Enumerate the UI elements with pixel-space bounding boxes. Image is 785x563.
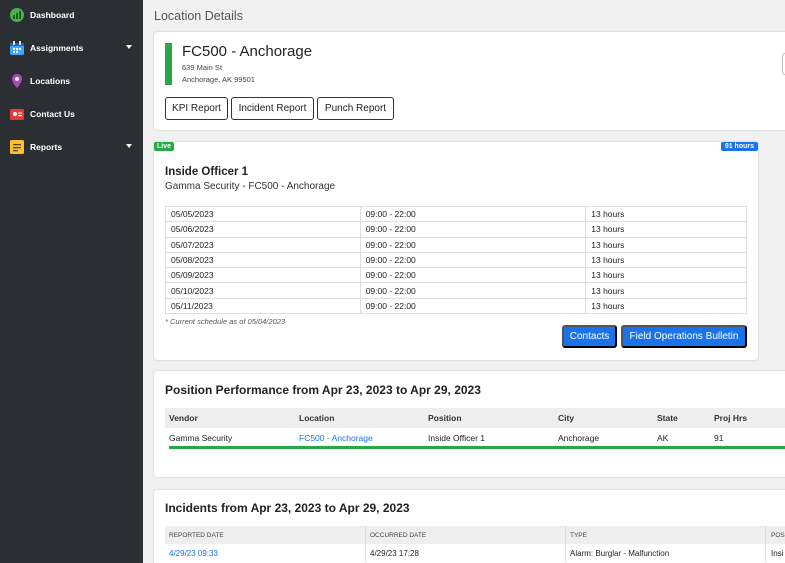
chevron-down-icon	[126, 45, 132, 49]
field-operations-bulletin-button[interactable]: Field Operations Bulletin	[621, 325, 747, 348]
location-card: FC500 - Anchorage 639 Main St Anchorage,…	[154, 32, 785, 130]
schedule-hours: 13 hours	[585, 221, 747, 238]
schedule-hours: 13 hours	[585, 282, 747, 299]
column-header: TYPE	[570, 532, 587, 539]
proj-hrs-cell: 91	[714, 433, 724, 443]
column-header: POS	[771, 532, 785, 539]
performance-bar	[169, 446, 785, 449]
location-link[interactable]: FC500 - Anchorage	[299, 433, 373, 443]
schedule-date: 05/06/2023	[165, 221, 361, 238]
schedule-time: 09:00 - 22:00	[359, 282, 587, 299]
table-row: 05/05/2023 09:00 - 22:00 13 hours	[165, 205, 747, 223]
incidents-card: Incidents from Apr 23, 2023 to Apr 29, 2…	[154, 490, 785, 563]
position-cell: Inside Officer 1	[428, 433, 486, 443]
column-header: City	[558, 413, 575, 423]
schedule-time: 09:00 - 22:00	[359, 205, 587, 223]
live-badge: Live	[154, 142, 175, 151]
schedule-date: 05/09/2023	[165, 267, 361, 284]
status-bar	[165, 43, 172, 85]
reported-date-link[interactable]: 4/29/23 09:33	[169, 549, 218, 558]
table-row: 05/06/2023 09:00 - 22:00 13 hours	[165, 221, 747, 238]
schedule-hours: 13 hours	[585, 236, 747, 253]
schedule-time: 09:00 - 22:00	[359, 297, 587, 315]
sidebar-item-label: Reports	[30, 142, 63, 152]
incident-report-button[interactable]: Incident Report	[231, 97, 314, 120]
sidebar: Dashboard Assignments Locations Contact …	[0, 0, 143, 563]
schedule-time: 09:00 - 22:00	[359, 251, 587, 269]
city-cell: Anchorage	[558, 433, 600, 443]
address-line-1: 639 Main St	[182, 63, 223, 72]
kpi-report-button[interactable]: KPI Report	[165, 97, 228, 120]
schedule-table: 05/05/2023 09:00 - 22:00 13 hours 05/06/20…	[165, 205, 747, 315]
position-cell: Insi	[771, 549, 784, 558]
vendor-cell: Gamma Security	[169, 433, 233, 443]
schedule-date: 05/07/2023	[165, 236, 361, 253]
location-pin-icon	[8, 73, 25, 90]
sidebar-item-label: Contact Us	[30, 109, 75, 119]
performance-title: Position Performance from Apr 23, 2023 t…	[165, 383, 481, 397]
sidebar-item-label: Locations	[30, 76, 71, 86]
dashboard-icon	[8, 7, 25, 24]
sidebar-item-label: Assignments	[30, 43, 84, 53]
sidebar-item-locations[interactable]: Locations	[0, 66, 143, 96]
performance-card: Position Performance from Apr 23, 2023 t…	[154, 371, 785, 477]
reports-icon	[8, 139, 25, 156]
contacts-button[interactable]: Contacts	[562, 325, 617, 348]
page-title: Location Details	[154, 9, 243, 23]
punch-report-button[interactable]: Punch Report	[317, 97, 394, 120]
sidebar-item-dashboard[interactable]: Dashboard	[0, 0, 143, 30]
table-row: 05/07/2023 09:00 - 22:00 13 hours	[165, 236, 747, 253]
schedule-note: * Current schedule as of 05/04/2023	[165, 317, 286, 326]
contact-icon	[8, 106, 25, 123]
position-card: Live 91 hours Inside Officer 1 Gamma Sec…	[154, 142, 758, 360]
sidebar-item-contact-us[interactable]: Contact Us	[0, 99, 143, 129]
column-header: Vendor	[169, 413, 198, 423]
schedule-date: 05/11/2023	[165, 297, 361, 315]
column-header: Proj Hrs	[714, 413, 748, 423]
type-cell: Alarm: Burglar - Malfunction	[570, 549, 670, 558]
main-content: Location Details FC500 - Anchorage 639 M…	[143, 0, 785, 563]
table-row: 05/08/2023 09:00 - 22:00 13 hours	[165, 251, 747, 269]
location-title: FC500 - Anchorage	[182, 43, 313, 60]
schedule-hours: 13 hours	[585, 297, 747, 315]
column-header: OCCURRED DATE	[370, 532, 427, 539]
table-row: 05/10/2023 09:00 - 22:00 13 hours	[165, 282, 747, 299]
column-header: Location	[299, 413, 335, 423]
incidents-title: Incidents from Apr 23, 2023 to Apr 29, 2…	[165, 501, 410, 515]
chevron-down-icon	[126, 144, 132, 148]
schedule-hours: 13 hours	[585, 251, 747, 269]
table-row: Gamma Security FC500 - Anchorage Inside …	[165, 428, 785, 446]
incidents-table-header: REPORTED DATE OCCURRED DATE TYPE POS	[165, 526, 785, 544]
address-line-2: Anchorage, AK 99501	[182, 75, 255, 84]
schedule-date: 05/10/2023	[165, 282, 361, 299]
sidebar-item-assignments[interactable]: Assignments	[0, 33, 143, 63]
table-row: 05/11/2023 09:00 - 22:00 13 hours	[165, 297, 747, 315]
column-header: State	[657, 413, 678, 423]
occurred-date-cell: 4/29/23 17:28	[370, 549, 419, 558]
column-header: REPORTED DATE	[169, 532, 224, 539]
state-cell: AK	[657, 433, 669, 443]
calendar-icon	[8, 40, 25, 57]
schedule-date: 05/05/2023	[165, 205, 361, 223]
column-header: Position	[428, 413, 462, 423]
sidebar-item-reports[interactable]: Reports	[0, 132, 143, 162]
table-row: 4/29/23 09:33 4/29/23 17:28 Alarm: Burgl…	[165, 544, 785, 562]
schedule-hours: 13 hours	[585, 205, 747, 223]
schedule-hours: 13 hours	[585, 267, 747, 284]
schedule-date: 05/08/2023	[165, 251, 361, 269]
performance-table-header: Vendor Location Position City State Proj…	[165, 408, 785, 428]
vendor-location: Gamma Security - FC500 - Anchorage	[165, 181, 336, 192]
sidebar-item-label: Dashboard	[30, 10, 75, 20]
schedule-time: 09:00 - 22:00	[359, 221, 587, 238]
table-row: 05/09/2023 09:00 - 22:00 13 hours	[165, 267, 747, 284]
schedule-time: 09:00 - 22:00	[359, 267, 587, 284]
officer-title: Inside Officer 1	[165, 166, 249, 178]
schedule-time: 09:00 - 22:00	[359, 236, 587, 253]
hours-badge: 91 hours	[720, 142, 758, 151]
